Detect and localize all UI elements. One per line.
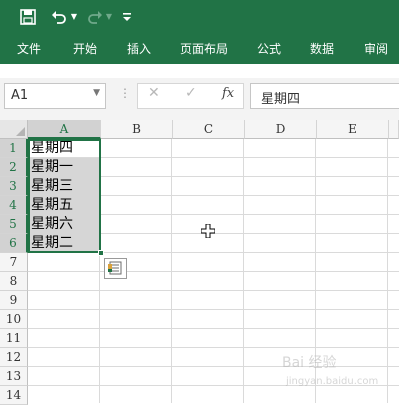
- ribbon-spacer: [0, 64, 399, 78]
- autofill-options-button[interactable]: [104, 258, 127, 279]
- row-header[interactable]: 3: [0, 177, 28, 196]
- selection-border: [28, 139, 101, 253]
- row-header[interactable]: 7: [0, 253, 28, 272]
- tab-data[interactable]: 数据: [310, 34, 334, 64]
- column-header-a[interactable]: A: [28, 120, 101, 139]
- save-icon[interactable]: [17, 7, 39, 27]
- insert-function-button[interactable]: fx: [222, 86, 234, 101]
- row-header[interactable]: 5: [0, 215, 28, 234]
- column-header-c[interactable]: C: [173, 120, 245, 139]
- column-header-e[interactable]: E: [317, 120, 389, 139]
- chevron-down-icon[interactable]: ▼: [93, 88, 100, 98]
- undo-dropdown-icon[interactable]: ▼: [70, 7, 78, 27]
- tab-home[interactable]: 开始: [73, 34, 97, 64]
- column-header-f[interactable]: [389, 120, 399, 139]
- row-header[interactable]: 13: [0, 367, 28, 386]
- row-header[interactable]: 9: [0, 291, 28, 310]
- quick-access-toolbar: ▼ ▼: [0, 0, 399, 34]
- select-all-button[interactable]: [0, 120, 28, 139]
- name-box-value: A1: [11, 88, 29, 103]
- select-all-triangle-icon: [16, 127, 25, 136]
- customize-qat-icon[interactable]: [121, 7, 133, 27]
- enter-icon[interactable]: ✓: [185, 85, 197, 101]
- watermark-subtext: jingyan.baidu.com: [286, 376, 379, 387]
- cell-select-cursor-icon: [201, 224, 215, 238]
- row-header[interactable]: 2: [0, 158, 28, 177]
- column-header-b[interactable]: B: [101, 120, 173, 139]
- redo-icon[interactable]: [85, 7, 105, 27]
- ribbon-tabs: 文件 开始 插入 页面布局 公式 数据 审阅: [0, 34, 399, 64]
- tab-review[interactable]: 审阅: [364, 34, 388, 64]
- row-header[interactable]: 1: [0, 139, 28, 158]
- cancel-icon[interactable]: ✕: [148, 85, 160, 101]
- formula-input-value: 星期四: [261, 92, 301, 107]
- fill-handle[interactable]: [98, 250, 104, 256]
- row-header[interactable]: 11: [0, 329, 28, 348]
- formula-input[interactable]: 星期四: [250, 83, 399, 109]
- tab-file[interactable]: 文件: [17, 34, 41, 64]
- formula-bar: A1 ▼ ⋮ ✕ ✓ fx 星期四: [0, 78, 399, 115]
- row-header[interactable]: 8: [0, 272, 28, 291]
- tab-page-layout[interactable]: 页面布局: [180, 34, 228, 64]
- tab-insert[interactable]: 插入: [127, 34, 151, 64]
- row-header[interactable]: 10: [0, 310, 28, 329]
- tab-formulas[interactable]: 公式: [257, 34, 281, 64]
- formula-bar-grip[interactable]: ⋮: [119, 86, 131, 100]
- watermark: Bai 经验 jingyan.baidu.com: [282, 352, 399, 392]
- row-header[interactable]: 4: [0, 196, 28, 215]
- watermark-text: Bai 经验: [282, 355, 337, 371]
- row-header[interactable]: 14: [0, 386, 28, 405]
- row-header[interactable]: 6: [0, 234, 28, 253]
- name-box[interactable]: A1 ▼: [4, 83, 106, 109]
- undo-icon[interactable]: [49, 7, 69, 27]
- row-header[interactable]: 12: [0, 348, 28, 367]
- column-header-d[interactable]: D: [245, 120, 317, 139]
- redo-dropdown-icon[interactable]: ▼: [105, 7, 113, 27]
- autofill-options-icon: [108, 261, 122, 275]
